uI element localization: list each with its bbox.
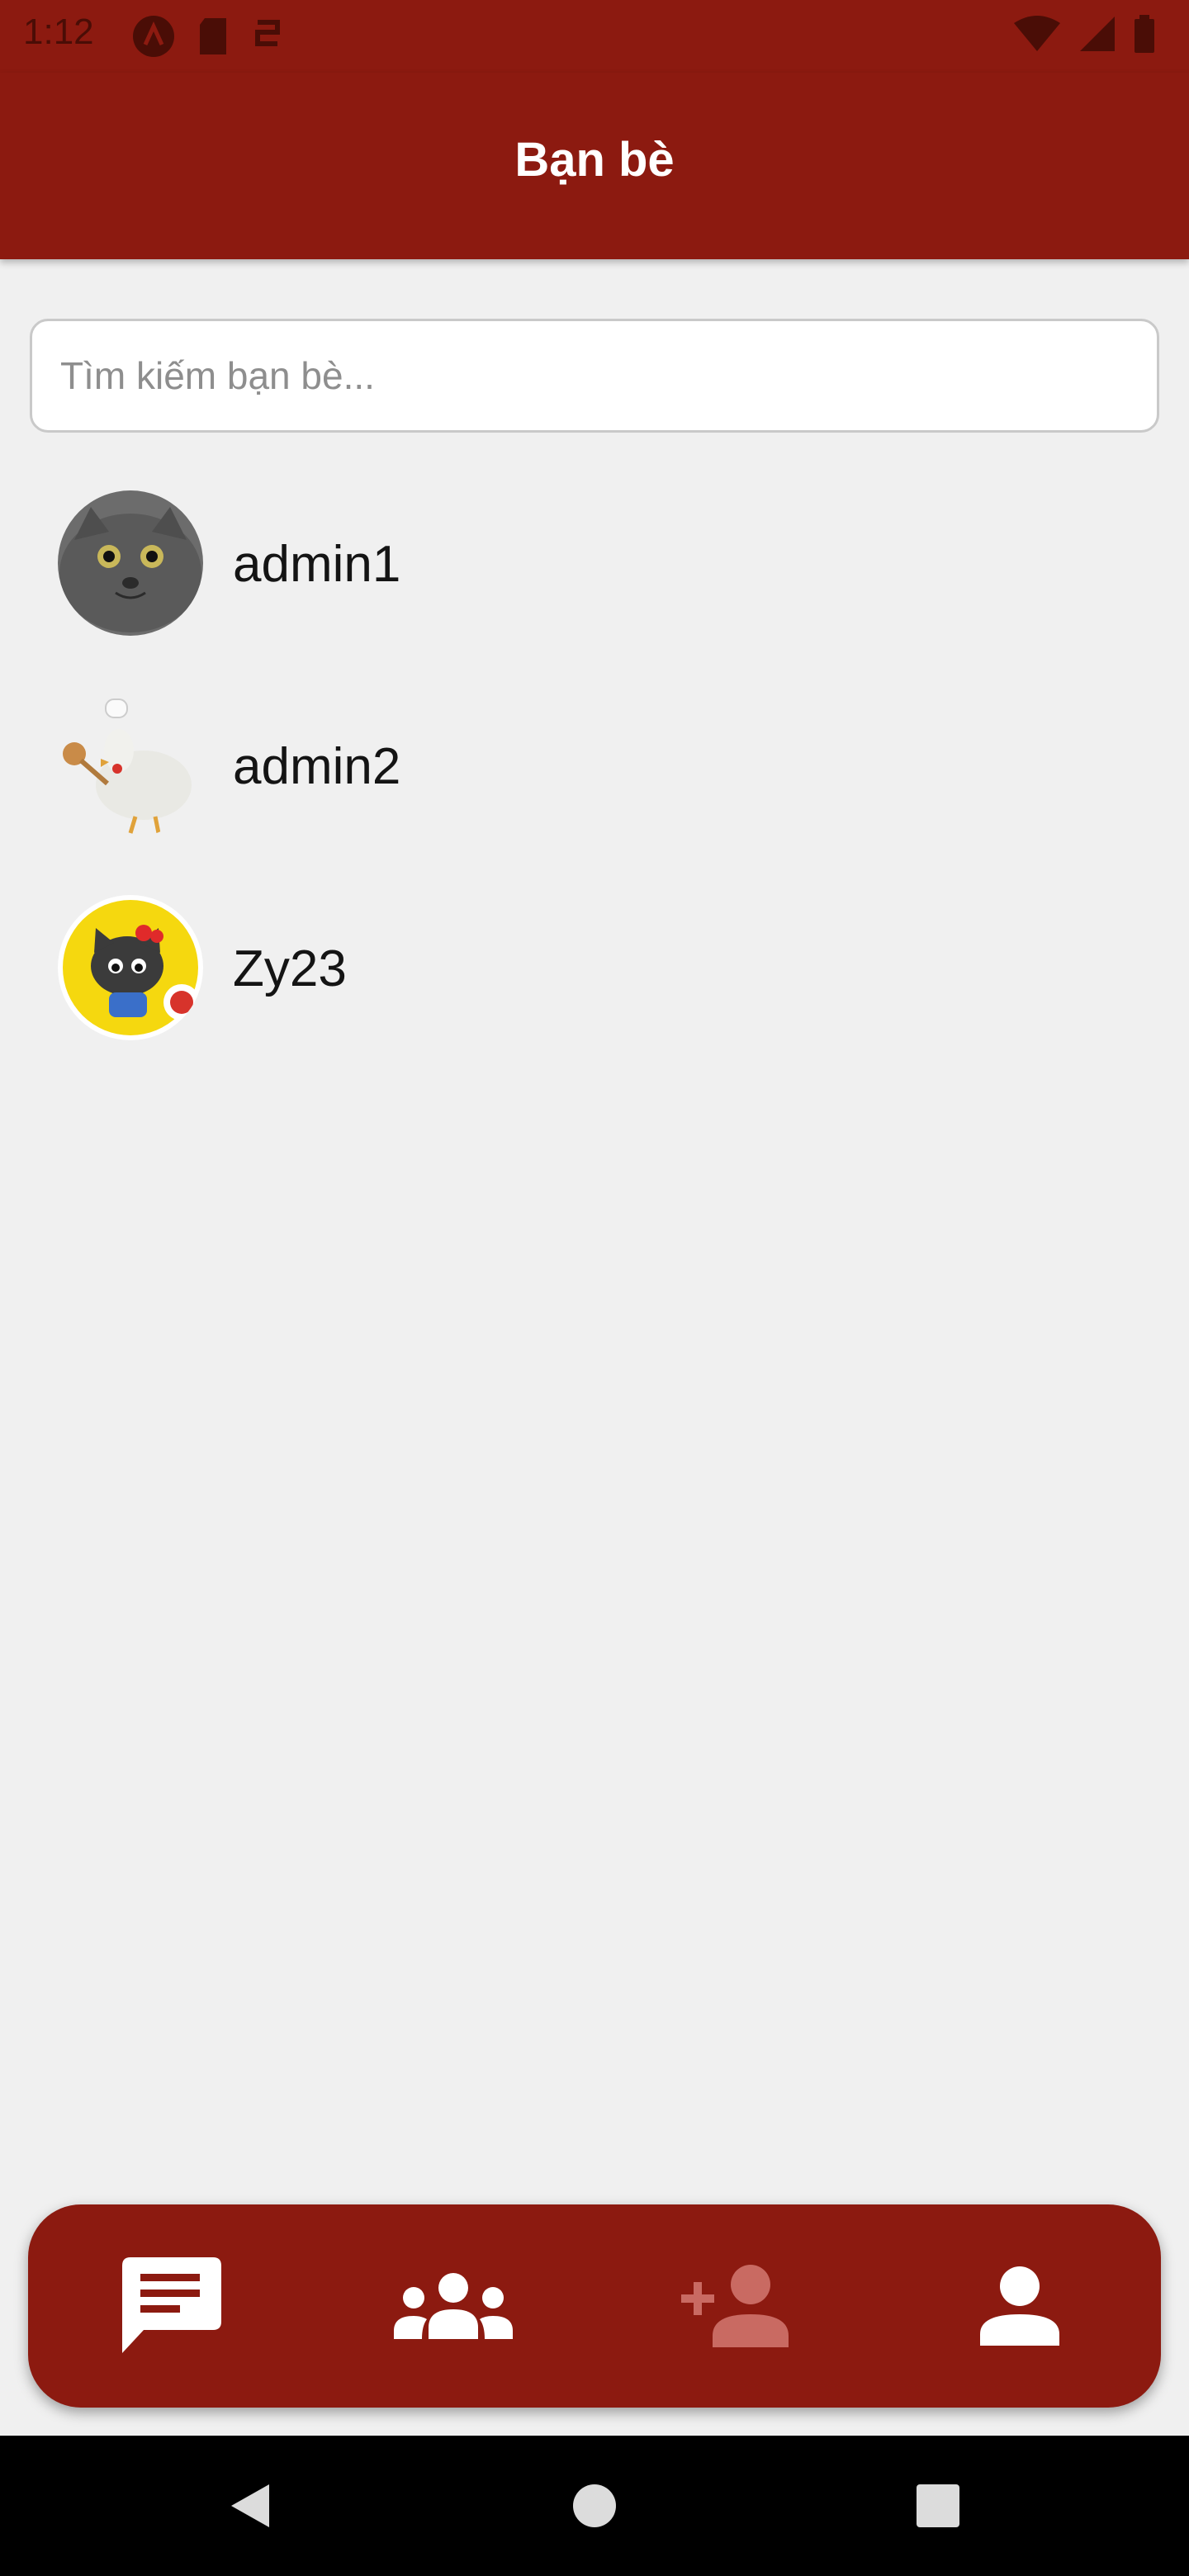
recents-button[interactable] — [872, 2436, 1004, 2576]
friend-list: admin1 admin2 Zy23 — [0, 479, 1189, 1086]
friend-name: admin1 — [233, 536, 401, 593]
recents-icon — [917, 2484, 959, 2527]
search-input[interactable] — [32, 321, 1157, 430]
status-time: 1:12 — [23, 12, 94, 52]
friend-item[interactable]: admin1 — [0, 479, 1189, 681]
nav-profile-button[interactable] — [878, 2204, 1161, 2408]
chat-icon — [121, 2257, 221, 2353]
sync-icon — [255, 20, 280, 46]
friend-item[interactable]: admin2 — [0, 681, 1189, 883]
friends-group-icon — [393, 2273, 513, 2339]
status-icons-right — [1012, 15, 1156, 53]
wifi-icon — [1014, 16, 1060, 51]
autofill-icon — [133, 16, 174, 57]
back-icon — [231, 2484, 269, 2527]
nav-chats-button[interactable] — [28, 2204, 311, 2408]
app-header: Bạn bè — [0, 73, 1189, 259]
signal-icon — [1080, 17, 1115, 51]
avatar — [58, 490, 203, 636]
nav-friends-button[interactable] — [311, 2204, 594, 2408]
cartoon-cat-avatar — [58, 895, 203, 1040]
nav-add-friend-button[interactable] — [594, 2204, 878, 2408]
home-button[interactable] — [528, 2436, 661, 2576]
sd-card-icon — [200, 18, 226, 54]
chef-chicken-avatar — [58, 693, 203, 838]
add-friend-icon — [680, 2265, 789, 2347]
avatar — [58, 693, 203, 838]
system-nav-bar — [0, 2436, 1189, 2576]
page-title: Bạn bè — [514, 133, 675, 187]
friend-name: Zy23 — [233, 940, 347, 997]
friend-name: admin2 — [233, 738, 401, 795]
bottom-nav — [28, 2204, 1161, 2408]
cat-avatar — [58, 490, 203, 636]
avatar — [58, 895, 203, 1040]
profile-icon — [979, 2266, 1059, 2346]
battery-icon — [1135, 15, 1154, 53]
status-bar: 1:12 — [0, 0, 1189, 73]
status-icons-left — [132, 15, 284, 58]
friend-item[interactable]: Zy23 — [0, 883, 1189, 1086]
home-icon — [573, 2484, 616, 2527]
back-button[interactable] — [183, 2436, 315, 2576]
search-box — [30, 319, 1159, 433]
